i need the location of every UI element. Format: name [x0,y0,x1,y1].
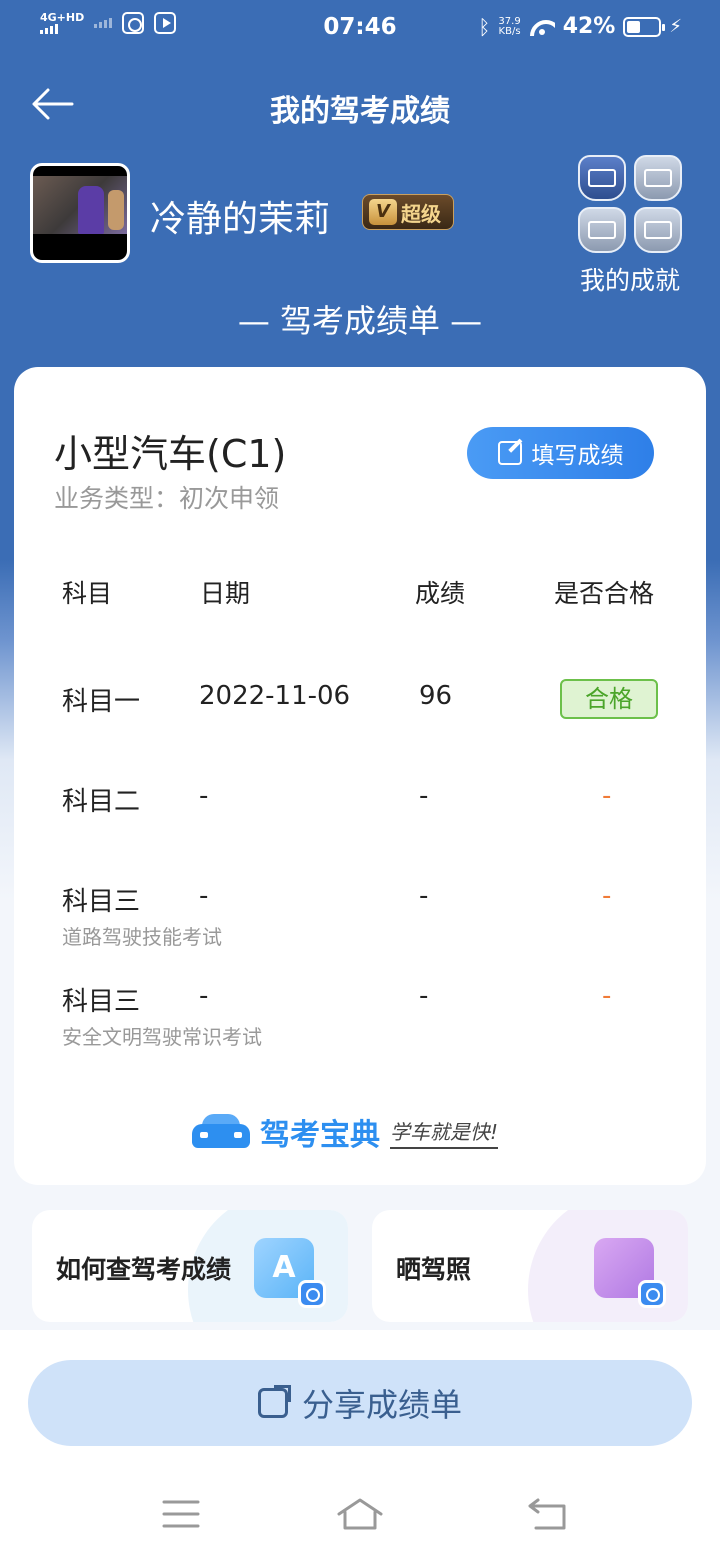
table-row: 科目一 2022-11-06 96 合格 [14,679,706,761]
net-speed: 37.9 KB/s [498,15,521,37]
fill-score-label: 填写成绩 [531,443,624,469]
share-icon [257,1385,291,1418]
username: 冷静的茉莉 [150,199,331,240]
bluetooth-icon: ᛒ [478,14,491,39]
status-bar: 4G+HD 07:46 ᛒ 37.9 KB/s 42% ⚡ [0,0,720,56]
row-date: - [199,781,209,811]
achievement-badges [578,155,688,253]
vip-v-icon: V [369,199,397,225]
battery-fill [627,20,641,33]
battery-icon [623,16,666,37]
battery-percent: 42% [562,14,616,39]
edit-icon [497,441,522,465]
camera-icon [638,1280,666,1308]
achievements-label: 我的成就 [579,266,680,295]
badge-icon [634,207,682,253]
share-score-button[interactable]: 分享成绩单 [28,1360,692,1446]
row-score: 96 [419,681,453,711]
sheet-heading: — 驾考成绩单 — [237,302,483,340]
pass-badge: 合格 [560,679,658,719]
row-subtitle: 安全文明驾驶常识考试 [62,1025,262,1049]
vip-label: 超级 [401,201,441,226]
avatar[interactable] [30,163,130,263]
row-subject: 科目三 [62,887,141,917]
tile-label: 如何查驾考成绩 [56,1255,232,1284]
home-icon [337,1498,383,1530]
badge-icon [578,207,626,253]
app-header: 我的驾考成绩 [0,70,720,140]
return-icon [528,1498,566,1530]
car-logo-icon [192,1112,250,1152]
row-subject: 科目三 [62,987,141,1017]
column-subject: 科目 [62,579,113,608]
table-row: 科目三 道路驾驶技能考试 - - - [14,881,706,961]
row-score: - [419,881,429,911]
net-speed-unit: KB/s [498,25,521,37]
photo-icon [594,1238,666,1308]
vip-badge[interactable]: V 超级 [362,194,454,230]
row-subject: 科目一 [62,687,141,717]
share-label: 分享成绩单 [301,1386,462,1424]
table-row: 科目二 - - - [14,781,706,861]
search-icon [298,1280,326,1308]
status-right: ᛒ 37.9 KB/s 42% ⚡ [478,14,682,39]
row-date: - [199,881,209,911]
badge-icon [634,155,682,201]
table-row: 科目三 安全文明驾驶常识考试 - - - [14,981,706,1061]
row-subject: 科目二 [62,787,141,817]
tile-label: 晒驾照 [396,1255,472,1284]
brand-name: 驾考宝典 [260,1118,380,1153]
badge-icon [578,155,626,201]
menu-nav-button[interactable] [156,1494,206,1534]
back-nav-button[interactable] [524,1494,574,1534]
share-license-tile[interactable]: 晒驾照 [372,1210,688,1322]
vehicle-type: 小型汽车(C1) [54,432,287,476]
achievements-button[interactable]: 我的成就 [572,155,688,295]
menu-icon [162,1500,200,1528]
net-speed-value: 37.9 [498,15,521,27]
column-passed: 是否合格 [554,579,655,608]
how-to-check-score-tile[interactable]: 如何查驾考成绩 A [32,1210,348,1322]
row-date: 2022-11-06 [199,681,351,711]
home-nav-button[interactable] [335,1494,385,1534]
business-type: 业务类型：初次申领 [54,484,280,513]
row-score: - [419,981,429,1011]
row-date: - [199,981,209,1011]
search-doc-icon: A [254,1238,326,1308]
wifi-icon [529,18,555,36]
row-result: - [602,981,612,1011]
charging-icon: ⚡ [669,16,682,37]
tile-icon-glyph: A [272,1250,296,1285]
column-score: 成绩 [415,579,466,608]
brand-footer: 驾考宝典 学车就是快! [192,1107,499,1157]
page-title: 我的驾考成绩 [270,94,450,129]
row-result: - [602,881,612,911]
column-date: 日期 [200,579,251,608]
row-score: - [419,781,429,811]
row-subtitle: 道路驾驶技能考试 [62,925,222,949]
fill-score-button[interactable]: 填写成绩 [467,427,654,479]
row-result: - [602,781,612,811]
brand-slogan: 学车就是快! [390,1116,499,1149]
score-card: 小型汽车(C1) 业务类型：初次申领 填写成绩 科目 日期 成绩 是否合格 科目… [14,367,706,1185]
system-nav-bar [0,1482,720,1552]
